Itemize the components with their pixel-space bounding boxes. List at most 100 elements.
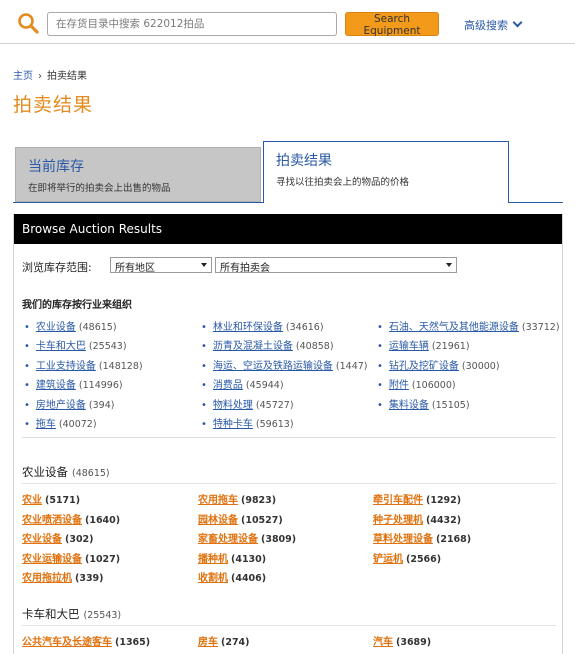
category-rule xyxy=(22,483,556,484)
subcategory-item-link[interactable]: 房车 xyxy=(198,637,218,648)
search-bar: Search Equipment 高级搜索 xyxy=(0,0,575,44)
tab-subtitle: 寻找以往拍卖会上的物品的价格 xyxy=(276,177,410,188)
industry-item-count: (25543) xyxy=(88,341,127,353)
subcategory-item-count: (3689) xyxy=(396,637,432,648)
industry-item-link[interactable]: 物料处理 xyxy=(213,400,253,411)
industry-item-link[interactable]: 建筑设备 xyxy=(36,380,76,391)
subcategory-item-count: (1292) xyxy=(426,495,462,506)
auction-select[interactable]: 所有拍卖会 xyxy=(215,257,457,274)
subcategory-item-count: (2168) xyxy=(436,534,472,545)
subcategory-item-count: (1640) xyxy=(85,514,121,526)
subcategory-item: 农用拖车 (9823) xyxy=(198,491,296,511)
industry-item-link[interactable]: 工业支持设备 xyxy=(36,361,96,372)
subcategory-item: 农业设备 (302) xyxy=(22,530,120,550)
industry-item-link[interactable]: 运输车辆 xyxy=(389,341,429,352)
subcategory-item-link[interactable]: 农用拖车 xyxy=(198,495,238,506)
category-column-2: 房车 (274) xyxy=(198,633,250,653)
category-heading: 农业设备 (48615) xyxy=(22,464,110,480)
industry-item-link[interactable]: 卡车和大巴 xyxy=(36,341,86,352)
industry-item-link[interactable]: 消费品 xyxy=(213,380,243,391)
subcategory-item-link[interactable]: 收割机 xyxy=(198,573,228,584)
subcategory-item-link[interactable]: 牵引车配件 xyxy=(373,495,423,506)
subcategory-item-link[interactable]: 铲运机 xyxy=(373,554,403,565)
subcategory-item-link[interactable]: 农业 xyxy=(22,495,42,506)
subcategory-item-count: (5171) xyxy=(45,495,81,506)
subcategory-item-link[interactable]: 园林设备 xyxy=(198,515,238,526)
industry-section-label: 我们的库存按行业来组织 xyxy=(22,300,132,311)
breadcrumb-current: 拍卖结果 xyxy=(47,71,87,82)
industry-item: 物料处理(45727) xyxy=(201,396,368,415)
industry-item-count: (15105) xyxy=(431,399,470,411)
subcategory-item-link[interactable]: 汽车 xyxy=(373,637,393,648)
industry-item-count: (34616) xyxy=(285,322,324,333)
subcategory-item-link[interactable]: 农业设备 xyxy=(22,534,62,545)
category-column-1: 农业 (5171) 农业喷洒设备 (1640) 农业设备 (302) 农业运输设备 (1027… xyxy=(22,491,120,589)
industry-item: 石油、天然气及其他能源设备(33712) xyxy=(377,318,560,337)
tab-title: 当前库存 xyxy=(28,159,84,175)
category-column-1: 公共汽车及长途客车 (1365) xyxy=(22,633,150,653)
page-title: 拍卖结果 xyxy=(13,94,94,116)
subcategory-item-count: (1365) xyxy=(115,637,151,648)
subcategory-item: 铲运机 (2566) xyxy=(373,550,471,570)
subcategory-item: 家畜处理设备 (3809) xyxy=(198,530,296,550)
subcategory-item-link[interactable]: 草料处理设备 xyxy=(373,534,433,545)
industry-column-1: 农业设备(48615)卡车和大巴(25543)工业支持设备(148128)建筑设… xyxy=(24,318,143,434)
industry-item-link[interactable]: 特种卡车 xyxy=(213,419,253,430)
industry-item-count: (45727) xyxy=(255,399,294,411)
industry-item: 建筑设备(114996) xyxy=(24,376,143,395)
industry-item: 消费品(45944) xyxy=(201,376,368,395)
subcategory-item-link[interactable]: 家畜处理设备 xyxy=(198,534,258,545)
industry-item-link[interactable]: 钻孔及挖矿设备 xyxy=(389,361,459,372)
subcategory-item-count: (10527) xyxy=(241,514,283,526)
industry-item-count: (30000) xyxy=(461,360,500,372)
industry-item-link[interactable]: 海运、空运及铁路运输设备 xyxy=(213,361,333,372)
search-icon[interactable] xyxy=(17,12,39,34)
industry-item: 工业支持设备(148128) xyxy=(24,357,143,376)
subcategory-item: 农业 (5171) xyxy=(22,491,120,511)
category-count: (25543) xyxy=(83,610,122,621)
tab-auction-results[interactable]: 拍卖结果 寻找以往拍卖会上的物品的价格 xyxy=(263,141,509,203)
industry-item-link[interactable]: 房地产设备 xyxy=(36,400,86,411)
industry-item-link[interactable]: 农业设备 xyxy=(36,322,76,333)
industry-item-count: (114996) xyxy=(78,380,123,392)
panel-header: Browse Auction Results xyxy=(14,214,562,244)
industry-item-link[interactable]: 石油、天然气及其他能源设备 xyxy=(389,322,519,333)
category-column-3: 牵引车配件 (1292) 种子处理机 (4432) 草料处理设备 (2168) 铲运机 (25… xyxy=(373,491,471,569)
subcategory-item-count: (1027) xyxy=(85,553,121,565)
region-select-value: 所有地区 xyxy=(115,263,155,274)
industry-item: 卡车和大巴(25543) xyxy=(24,337,143,356)
subcategory-item: 公共汽车及长途客车 (1365) xyxy=(22,633,150,653)
industry-item: 拖车(40072) xyxy=(24,415,143,434)
industry-item-link[interactable]: 拖车 xyxy=(36,419,56,430)
subcategory-item-link[interactable]: 种子处理机 xyxy=(373,515,423,526)
subcategory-item: 农业运输设备 (1027) xyxy=(22,550,120,570)
subcategory-item: 农业喷洒设备 (1640) xyxy=(22,511,120,531)
industry-item-count: (21961) xyxy=(431,341,470,353)
advanced-search-label: 高级搜索 xyxy=(464,19,508,32)
breadcrumb-home[interactable]: 主页 xyxy=(13,71,33,82)
industry-item-count: (40072) xyxy=(58,418,97,430)
industry-item-link[interactable]: 林业和环保设备 xyxy=(213,322,283,333)
filter-row: 浏览库存范围: 所有地区 所有拍卖会 xyxy=(22,257,457,275)
industry-item-link[interactable]: 沥青及混凝土设备 xyxy=(213,341,293,352)
search-equipment-button[interactable]: Search Equipment xyxy=(345,12,439,37)
subcategory-item-link[interactable]: 农业运输设备 xyxy=(22,554,82,565)
subcategory-item-count: (274) xyxy=(221,637,250,648)
subcategory-item-link[interactable]: 公共汽车及长途客车 xyxy=(22,637,112,648)
subcategory-item-link[interactable]: 农用拖拉机 xyxy=(22,573,72,584)
subcategory-item-link[interactable]: 播种机 xyxy=(198,554,228,565)
industry-item: 海运、空运及铁路运输设备(1447) xyxy=(201,357,368,376)
industry-item-count: (148128) xyxy=(98,360,143,372)
subcategory-item: 草料处理设备 (2168) xyxy=(373,530,471,550)
advanced-search-link[interactable]: 高级搜索 xyxy=(464,17,523,33)
subcategory-item-link[interactable]: 农业喷洒设备 xyxy=(22,515,82,526)
industry-item-link[interactable]: 集料设备 xyxy=(389,400,429,411)
subcategory-item-count: (302) xyxy=(65,534,94,545)
industry-item-link[interactable]: 附件 xyxy=(389,380,409,391)
region-select[interactable]: 所有地区 xyxy=(110,257,212,274)
industry-column-3: 石油、天然气及其他能源设备(33712) 运输车辆(21961) 钻孔及挖矿设备(3… xyxy=(377,318,560,415)
search-input[interactable] xyxy=(47,12,337,36)
industry-item-count: (59613) xyxy=(255,418,294,430)
tab-current-inventory[interactable]: 当前库存 在即将举行的拍卖会上出售的物品 xyxy=(15,147,261,202)
divider xyxy=(22,437,556,438)
